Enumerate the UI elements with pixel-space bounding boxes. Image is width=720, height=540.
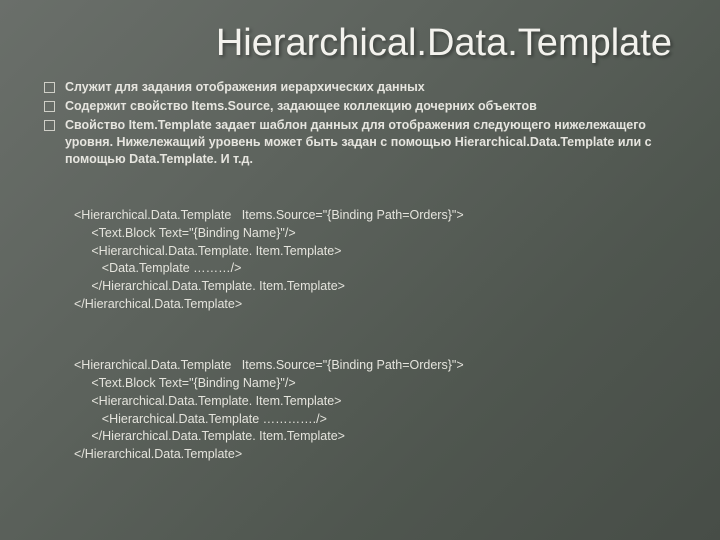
bullet-text: Содержит свойство Items.Source, задающее… <box>65 98 680 115</box>
code-line: <Data.Template ………/> <box>74 261 241 275</box>
bullet-item: Служит для задания отображения иерархиче… <box>44 79 680 96</box>
bullet-box-icon <box>44 120 55 131</box>
code-line: <Text.Block Text="{Binding Name}"/> <box>74 226 296 240</box>
code-line: </Hierarchical.Data.Template> <box>74 297 242 311</box>
code-line: </Hierarchical.Data.Template. Item.Templ… <box>74 279 345 293</box>
code-line: <Hierarchical.Data.Template Items.Source… <box>74 358 464 372</box>
code-line: <Hierarchical.Data.Template. Item.Templa… <box>74 244 341 258</box>
bullet-list: Служит для задания отображения иерархиче… <box>0 75 720 175</box>
bullet-text: Свойство Item.Template задает шаблон дан… <box>65 117 680 168</box>
slide-title: Hierarchical.Data.Template <box>0 0 720 75</box>
bullet-item: Свойство Item.Template задает шаблон дан… <box>44 117 680 168</box>
code-line: <Text.Block Text="{Binding Name}"/> <box>74 376 296 390</box>
bullet-box-icon <box>44 82 55 93</box>
code-line: </Hierarchical.Data.Template. Item.Templ… <box>74 429 345 443</box>
code-line: </Hierarchical.Data.Template> <box>74 447 242 461</box>
bullet-box-icon <box>44 101 55 112</box>
code-line: <Hierarchical.Data.Template …………./> <box>74 412 327 426</box>
code-block-2: <Hierarchical.Data.Template Items.Source… <box>74 340 676 464</box>
code-line: <Hierarchical.Data.Template. Item.Templa… <box>74 394 341 408</box>
code-line: <Hierarchical.Data.Template Items.Source… <box>74 208 464 222</box>
bullet-text: Служит для задания отображения иерархиче… <box>65 79 680 96</box>
code-block-1: <Hierarchical.Data.Template Items.Source… <box>74 189 676 313</box>
bullet-item: Содержит свойство Items.Source, задающее… <box>44 98 680 115</box>
